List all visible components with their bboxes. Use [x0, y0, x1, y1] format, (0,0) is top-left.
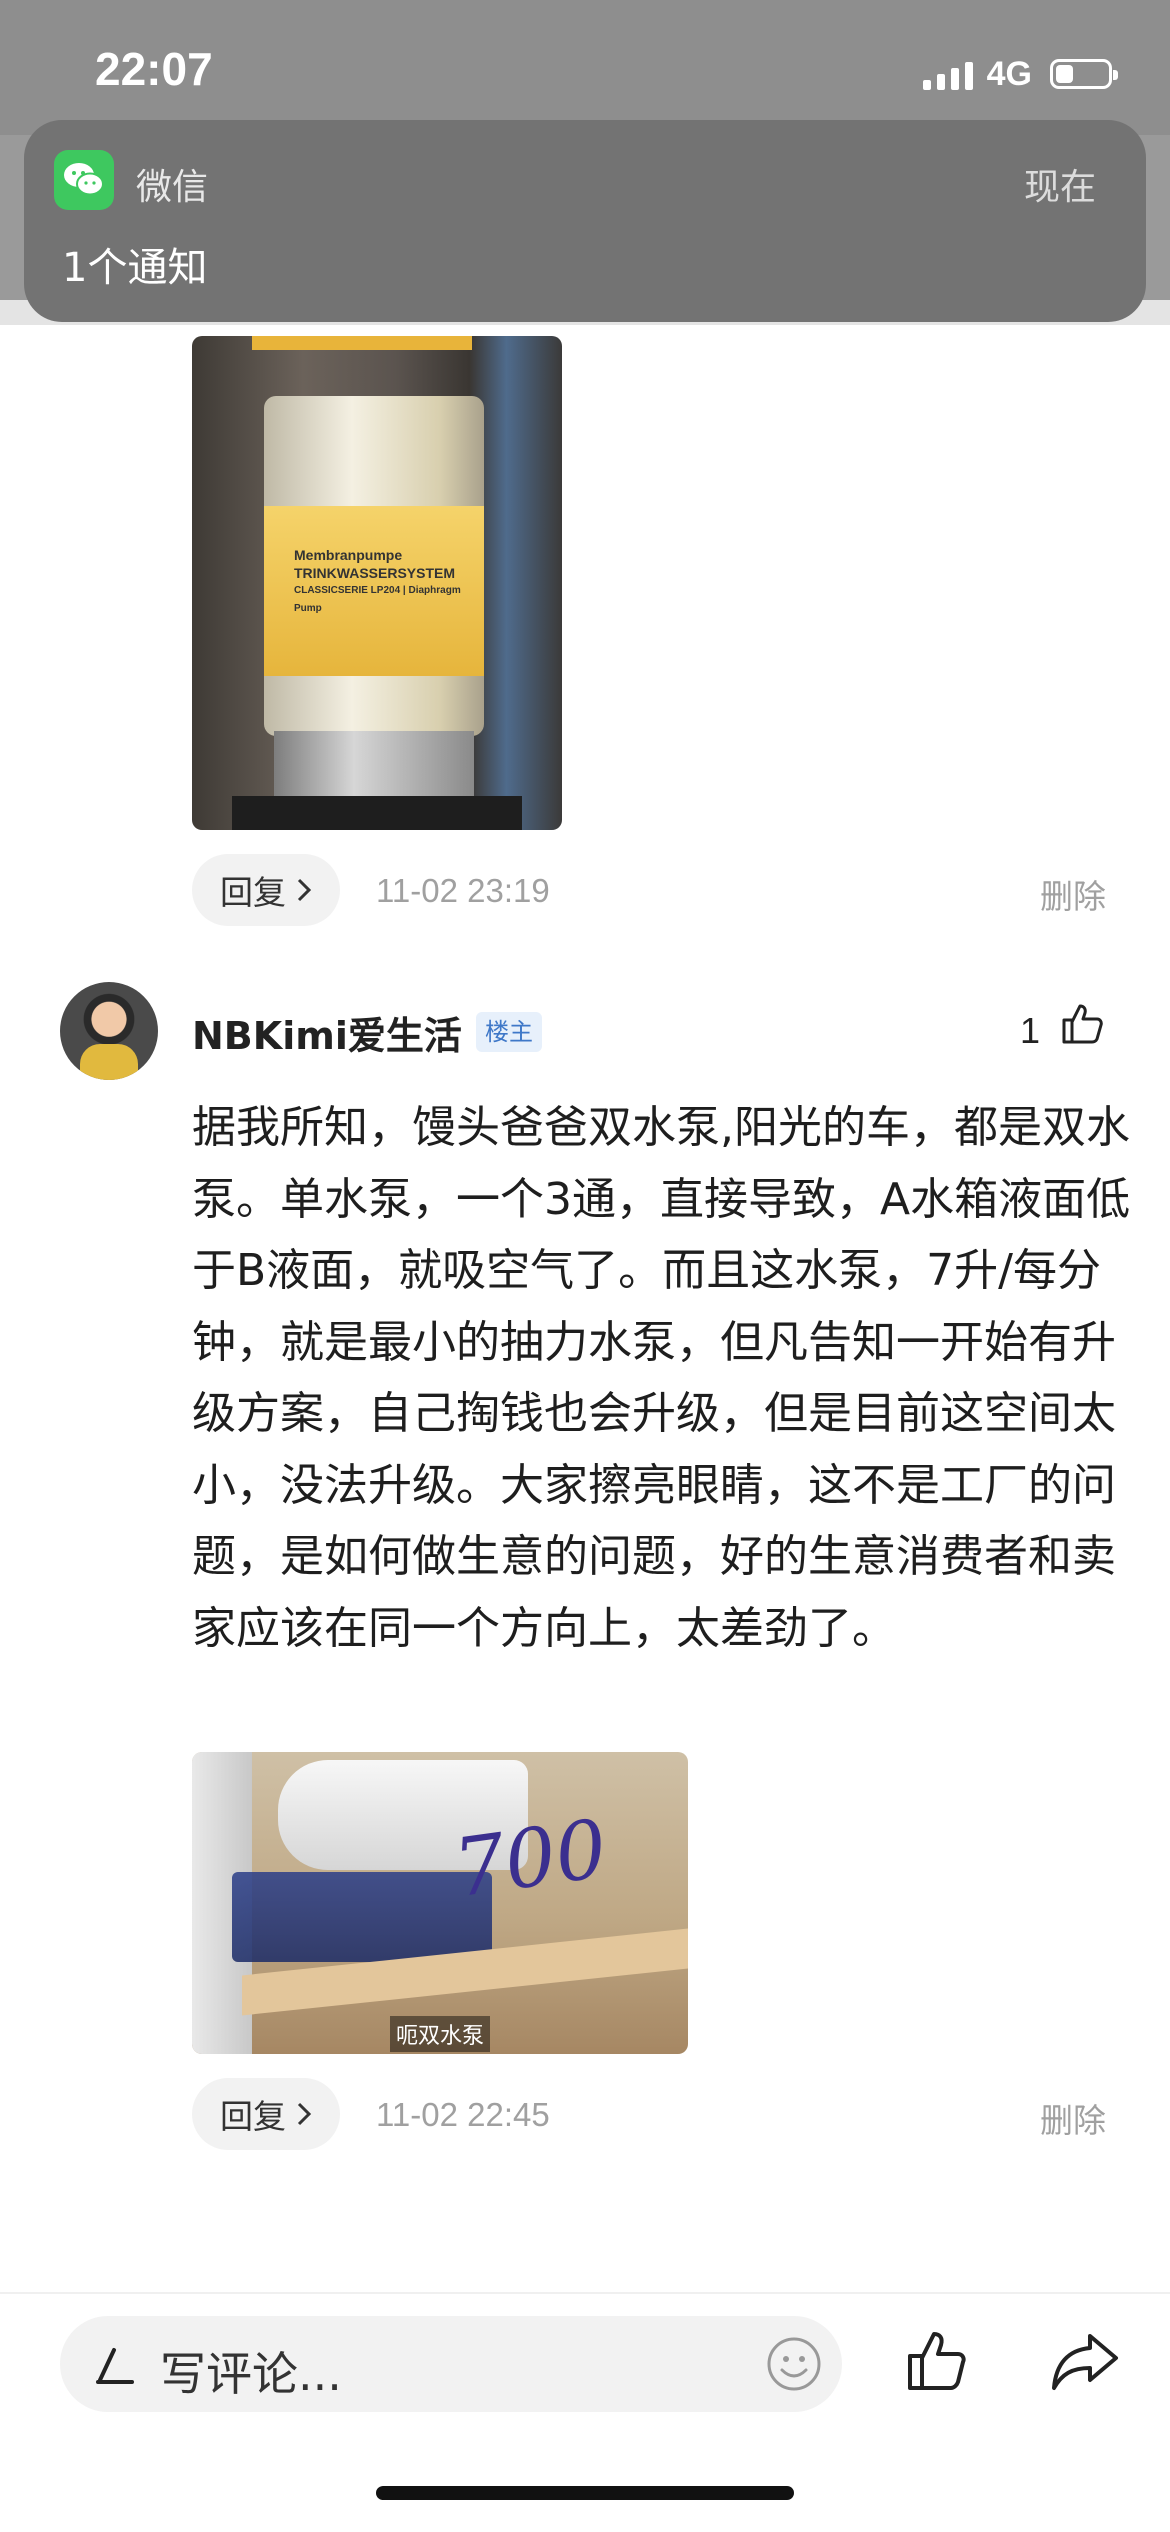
- like-count: 1: [1020, 1010, 1041, 1051]
- username[interactable]: NBKimi爱生活: [192, 1005, 462, 1060]
- delete-link[interactable]: 删除: [1040, 870, 1106, 918]
- pump-body: Membranpumpe TRINKWASSERSYSTEM CLASSICSE…: [264, 396, 484, 736]
- pen-icon: [96, 2348, 134, 2384]
- op-badge: 楼主: [476, 1012, 542, 1052]
- pump-label-line: CLASSICSERIE LP204 | Diaphragm Pump: [294, 585, 461, 614]
- image-caption: 呃双水泵: [390, 2016, 491, 2052]
- pump-label-line: Membranpumpe: [294, 547, 403, 563]
- notification-body: 1个通知: [62, 245, 208, 291]
- battery-level: [1056, 65, 1073, 83]
- battery-icon: [1050, 59, 1118, 89]
- share-icon[interactable]: [1050, 2328, 1120, 2394]
- wechat-icon: [54, 150, 114, 210]
- pump-base: [274, 731, 474, 801]
- water-pump-photo[interactable]: 700 呃双水泵: [192, 1752, 688, 2054]
- notification-banner[interactable]: 微信 现在 1个通知: [24, 120, 1146, 322]
- thumbs-up-icon[interactable]: [1058, 1000, 1106, 1048]
- handwritten-mark: 700: [448, 1801, 613, 1916]
- status-time: 22:07: [95, 43, 213, 95]
- photo-shadow: [232, 796, 522, 830]
- pump-pipes: [232, 1872, 492, 1962]
- notification-time: 现在: [1023, 167, 1096, 208]
- pump-photo[interactable]: Membranpumpe TRINKWASSERSYSTEM CLASSICSE…: [192, 336, 562, 830]
- pump-label: Membranpumpe TRINKWASSERSYSTEM CLASSICSE…: [264, 506, 484, 676]
- comment-text: 据我所知，馒头爸爸双水泵,阳光的车，都是双水泵。单水泵，一个3通，直接导致，A水…: [192, 1102, 1131, 1654]
- delete-link[interactable]: 删除: [1040, 2094, 1106, 2142]
- pump-label-line: TRINKWASSERSYSTEM: [294, 565, 456, 581]
- avatar[interactable]: [60, 982, 158, 1080]
- status-indicators: 4G: [922, 52, 1118, 96]
- comment-time: 11-02 22:45: [376, 2096, 550, 2133]
- comment-input[interactable]: 写评论...: [60, 2316, 842, 2412]
- pump-label-text: Membranpumpe TRINKWASSERSYSTEM CLASSICSE…: [294, 546, 484, 618]
- reply-label: 回复: [220, 873, 286, 912]
- reply-button[interactable]: 回复: [192, 2078, 340, 2150]
- reply-label: 回复: [220, 2097, 286, 2136]
- comment-time: 11-02 23:19: [376, 872, 550, 909]
- signal-icon: [922, 58, 973, 90]
- thumbs-up-icon[interactable]: [904, 2328, 970, 2394]
- photo-detail: [252, 336, 472, 350]
- chevron-right-icon: [297, 2102, 312, 2126]
- comment-input-placeholder: 写评论...: [160, 2347, 342, 2401]
- home-indicator[interactable]: [376, 2486, 794, 2500]
- divider: [0, 2292, 1170, 2294]
- chevron-right-icon: [297, 878, 312, 902]
- network-type: 4G: [986, 54, 1032, 93]
- notification-app-name: 微信: [136, 167, 209, 208]
- status-bar: 22:07 4G: [0, 0, 1170, 135]
- reply-button[interactable]: 回复: [192, 854, 340, 926]
- emoji-icon[interactable]: [766, 2336, 822, 2392]
